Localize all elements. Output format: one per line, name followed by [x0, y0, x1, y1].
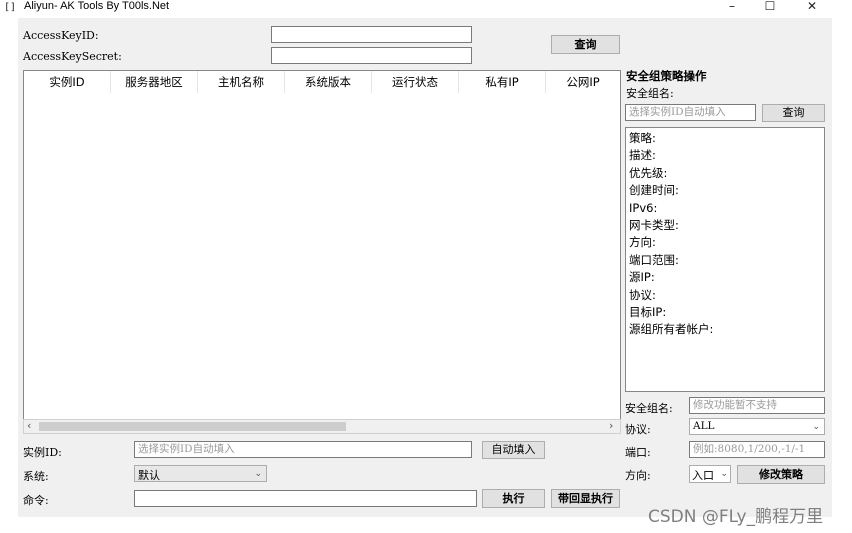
modify-group-name-label: 安全组名: — [625, 402, 673, 415]
window-title: Aliyun- AK Tools By T00ls.Net — [24, 0, 170, 12]
query-button[interactable]: 查询 — [551, 35, 620, 54]
port-input[interactable]: 例如:8080,1/200,-1/-1 — [689, 441, 825, 458]
system-select-value: 默认 — [138, 469, 160, 482]
policy-detail-dest-ip: 目标IP: — [629, 305, 667, 320]
policy-detail-direction: 方向: — [629, 235, 656, 250]
policy-detail-priority: 优先级: — [629, 165, 668, 180]
direction-label: 方向: — [625, 469, 651, 482]
watermark: CSDN @FLy_鹏程万里 — [648, 507, 824, 527]
security-group-instance-input[interactable]: 选择实例ID自动填入 — [625, 104, 756, 121]
protocol-select-value: ALL — [693, 420, 715, 432]
policy-details-box: 策略: 描述: 优先级: 创建时间: IPv6: 网卡类型: 方向: 端口范围:… — [625, 127, 825, 392]
column-header-status[interactable]: 运行状态 — [372, 71, 459, 93]
command-label: 命令: — [23, 494, 49, 507]
access-key-id-label: AccessKeyID: — [23, 29, 99, 42]
instance-list[interactable]: 实例ID 服务器地区 主机名称 系统版本 运行状态 私有IP 公网IP — [23, 70, 621, 420]
command-input[interactable] — [134, 490, 477, 507]
column-header-region[interactable]: 服务器地区 — [111, 71, 198, 93]
direction-select-value: 入口 — [692, 469, 714, 482]
policy-detail-source-ip: 源IP: — [629, 270, 655, 285]
modify-group-name-input[interactable]: 修改功能暂不支持 — [689, 397, 825, 414]
policy-detail-ipv6: IPv6: — [629, 200, 658, 215]
maximize-icon[interactable]: ☐ — [758, 0, 782, 14]
instance-id-input[interactable]: 选择实例ID自动填入 — [134, 441, 472, 458]
close-icon[interactable]: ✕ — [800, 0, 824, 14]
title-bar: [] Aliyun- AK Tools By T00ls.Net – ☐ ✕ — [0, 0, 852, 16]
policy-detail-description: 描述: — [629, 148, 656, 163]
scroll-left-icon[interactable]: ‹ — [27, 419, 31, 432]
policy-detail-nic-type: 网卡类型: — [629, 218, 679, 233]
access-key-id-input[interactable] — [271, 26, 472, 43]
security-group-name-label: 安全组名: — [626, 87, 674, 100]
execute-button[interactable]: 执行 — [482, 489, 545, 508]
policy-detail-protocol: 协议: — [629, 287, 656, 302]
protocol-label: 协议: — [625, 423, 651, 436]
column-header-private-ip[interactable]: 私有IP — [459, 71, 546, 93]
modify-policy-button[interactable]: 修改策略 — [737, 465, 825, 484]
column-header-os-version[interactable]: 系统版本 — [285, 71, 372, 93]
execute-with-echo-button[interactable]: 带回显执行 — [551, 489, 620, 508]
scroll-right-icon[interactable]: › — [609, 419, 613, 432]
system-label: 系统: — [23, 470, 49, 483]
access-key-secret-input[interactable] — [271, 47, 472, 64]
autofill-button[interactable]: 自动填入 — [482, 441, 545, 459]
scroll-thumb[interactable] — [39, 422, 346, 431]
column-header-instance-id[interactable]: 实例ID — [24, 71, 111, 93]
security-group-query-button[interactable]: 查询 — [762, 104, 825, 122]
app-icon: [] — [4, 2, 17, 13]
policy-detail-port-range: 端口范围: — [629, 252, 679, 267]
access-key-secret-label: AccessKeySecret: — [23, 50, 122, 63]
column-header-public-ip[interactable]: 公网IP — [546, 71, 620, 93]
policy-detail-policy: 策略: — [629, 131, 656, 145]
chevron-down-icon: ⌄ — [254, 469, 262, 479]
chevron-down-icon: ⌄ — [720, 469, 728, 479]
port-label: 端口: — [625, 446, 651, 459]
policy-detail-created-time: 创建时间: — [629, 183, 679, 198]
protocol-select[interactable]: ALL ⌄ — [689, 418, 825, 435]
security-group-heading: 安全组策略操作 — [626, 69, 707, 83]
policy-detail-source-group-owner: 源组所有者帐户: — [629, 322, 714, 337]
instance-id-label: 实例ID: — [23, 446, 62, 459]
system-select[interactable]: 默认 ⌄ — [134, 465, 267, 482]
direction-select[interactable]: 入口 ⌄ — [689, 465, 731, 483]
minimize-icon[interactable]: – — [720, 0, 744, 14]
horizontal-scrollbar[interactable]: ‹ › — [23, 419, 621, 434]
chevron-down-icon: ⌄ — [812, 422, 820, 432]
column-header-hostname[interactable]: 主机名称 — [198, 71, 285, 93]
